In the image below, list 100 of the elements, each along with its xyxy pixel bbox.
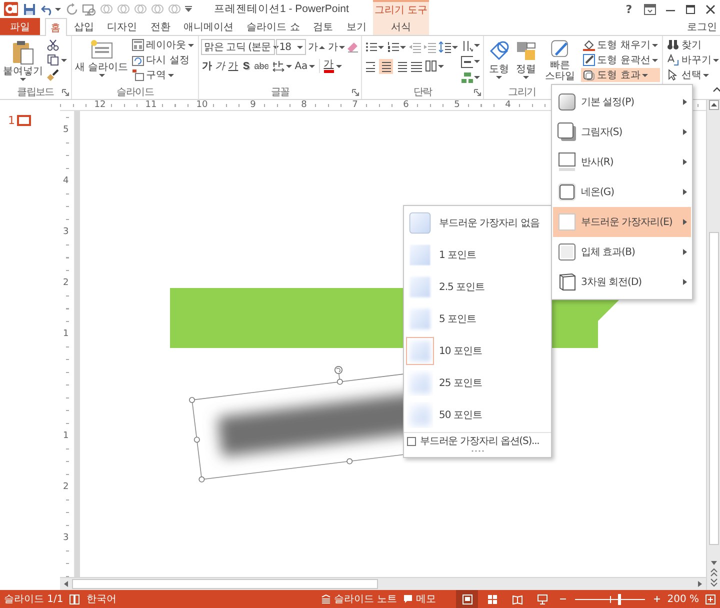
menu-item[interactable]: 1 포인트 xyxy=(404,239,551,271)
resize-handle[interactable] xyxy=(198,476,205,482)
previous-slide-icon[interactable] xyxy=(710,568,718,577)
scrollbar-thumb[interactable] xyxy=(72,579,378,589)
scroll-down-icon[interactable] xyxy=(710,559,718,567)
section-button[interactable]: 구역 xyxy=(130,68,196,82)
menu-item[interactable]: 반사(R) xyxy=(553,147,691,177)
dialog-launcher-icon[interactable] xyxy=(352,88,360,96)
slide-thumbnail[interactable] xyxy=(17,115,31,126)
save-icon[interactable] xyxy=(23,2,36,16)
change-case-button[interactable]: Aa xyxy=(294,58,316,74)
zoom-level-button[interactable]: 200 % xyxy=(667,594,699,604)
menu-item[interactable]: 기본 설정(P) xyxy=(553,87,691,117)
collapse-ribbon-icon[interactable] xyxy=(713,86,720,92)
menu-item[interactable]: 25 포인트 xyxy=(404,367,551,399)
ruler-number: 8 xyxy=(300,100,308,110)
shapes-button[interactable]: 도형 xyxy=(486,38,512,85)
menu-item[interactable]: 그림자(S) xyxy=(553,117,691,147)
menu-item[interactable]: 부드러운 가장자리(E) xyxy=(553,207,691,237)
smartart-button[interactable] xyxy=(460,70,482,85)
ribbon-tab[interactable]: 전환 xyxy=(144,18,176,35)
dialog-launcher-icon[interactable] xyxy=(62,88,69,96)
eraser-icon[interactable] xyxy=(347,41,360,53)
columns-button[interactable] xyxy=(424,58,446,74)
bullet-list-icon xyxy=(365,41,378,53)
menu-item[interactable]: 부드러운 가장자리 없음 xyxy=(404,207,551,239)
bullet-list-button[interactable] xyxy=(364,40,386,54)
paint-bucket-icon xyxy=(583,39,596,51)
ribbon-tab[interactable]: 서식 xyxy=(373,18,429,35)
layout-button[interactable]: 레이아웃 xyxy=(130,38,196,52)
ribbon-display-icon[interactable] xyxy=(644,4,656,14)
menu-item[interactable]: 50 포인트 xyxy=(404,399,551,431)
ribbon-tab[interactable]: 삽입 xyxy=(68,18,100,35)
line-spacing-button[interactable] xyxy=(438,40,460,54)
normal-view-button[interactable] xyxy=(456,590,478,608)
zoom-in-icon[interactable] xyxy=(653,595,662,603)
maximize-icon[interactable] xyxy=(685,4,696,14)
ribbon-tab[interactable]: 홈 xyxy=(44,18,67,36)
menu-item[interactable]: 2.5 포인트 xyxy=(404,271,551,303)
sign-in-link[interactable]: 로그인 xyxy=(687,18,720,35)
find-button[interactable]: 찾기 xyxy=(665,38,720,52)
rotate-handle[interactable] xyxy=(334,366,343,374)
bold-button[interactable]: 가 xyxy=(201,58,214,74)
close-icon[interactable] xyxy=(705,4,716,14)
arrange-button[interactable]: 정렬 xyxy=(513,38,540,85)
ribbon-tab[interactable]: 검토 xyxy=(307,18,340,35)
file-tab[interactable]: 파일 xyxy=(0,18,40,35)
help-button[interactable]: ? xyxy=(623,2,635,16)
align-text-button[interactable] xyxy=(460,54,482,69)
replace-button[interactable]: 바꾸기 xyxy=(665,53,720,67)
reset-button[interactable]: 다시 설정 xyxy=(130,53,196,67)
select-button[interactable]: 선택 xyxy=(665,68,720,82)
menu-item[interactable]: 네온(G) xyxy=(553,177,691,207)
align-center-button[interactable] xyxy=(379,58,394,74)
resize-handle[interactable] xyxy=(346,458,353,464)
scroll-up-icon[interactable] xyxy=(708,100,718,110)
dialog-launcher-icon[interactable] xyxy=(474,88,482,96)
caret-icon xyxy=(713,58,720,62)
copy-button[interactable] xyxy=(45,53,69,67)
resize-handle[interactable] xyxy=(336,378,343,385)
shape-effects-button[interactable]: 도형 효과 xyxy=(581,68,660,82)
scroll-left-icon[interactable] xyxy=(62,580,70,588)
slider-thumb[interactable] xyxy=(618,594,621,604)
font-color-button[interactable]: 가 xyxy=(322,58,343,74)
shaded-square-icon xyxy=(557,92,577,112)
ribbon-tab[interactable]: 디자인 xyxy=(101,18,144,35)
new-slide-button[interactable]: 새 슬라이드 xyxy=(74,38,130,85)
comments-button[interactable]: 메모 xyxy=(403,592,436,606)
menu-item[interactable]: 10 포인트 xyxy=(404,335,551,367)
resize-handle[interactable] xyxy=(189,397,195,403)
shape-fill-button[interactable]: 도형 채우기 xyxy=(581,38,660,52)
resize-grip-icon[interactable] xyxy=(470,449,484,453)
numbered-list-button[interactable] xyxy=(386,40,408,54)
scrollbar-thumb[interactable] xyxy=(708,232,718,545)
language-button[interactable]: 한국어 xyxy=(86,592,116,606)
menu-item[interactable]: 부드러운 가장자리 옵션(S)... xyxy=(404,433,551,449)
menu-item[interactable]: 입체 효과(B) xyxy=(553,237,691,267)
resize-handle[interactable] xyxy=(194,436,200,443)
notes-button[interactable]: 슬라이드 노트 xyxy=(321,592,398,606)
spell-check-icon[interactable] xyxy=(69,594,80,604)
presentation-icon[interactable] xyxy=(82,2,96,16)
fit-to-window-icon[interactable] xyxy=(705,594,716,604)
underline-button[interactable]: 가 xyxy=(227,58,240,74)
shrink-font-button[interactable]: 가 xyxy=(327,38,346,56)
ruler-number: 4 xyxy=(504,100,512,110)
next-slide-icon[interactable] xyxy=(710,578,718,587)
ribbon-tab[interactable]: 보기 xyxy=(340,18,372,35)
font-size-field[interactable]: 18 xyxy=(276,39,306,55)
menu-item[interactable]: 3차원 회전(D) xyxy=(553,267,691,297)
paste-button[interactable]: 붙여넣기 xyxy=(2,38,44,85)
italic-button[interactable]: 가 xyxy=(214,58,226,74)
text-shadow-button[interactable]: S xyxy=(240,58,252,74)
scroll-right-icon[interactable] xyxy=(696,580,704,588)
grow-font-button[interactable]: 가 xyxy=(307,38,326,56)
customize-caret-icon[interactable] xyxy=(185,6,192,12)
repeat-icon[interactable] xyxy=(66,3,78,15)
ribbon-tab[interactable]: 애니메이션 xyxy=(177,18,240,35)
shape-outline-button[interactable]: 도형 윤곽선 xyxy=(581,53,660,67)
ribbon-tab[interactable]: 슬라이드 쇼 xyxy=(240,18,306,35)
menu-item[interactable]: 5 포인트 xyxy=(404,303,551,335)
